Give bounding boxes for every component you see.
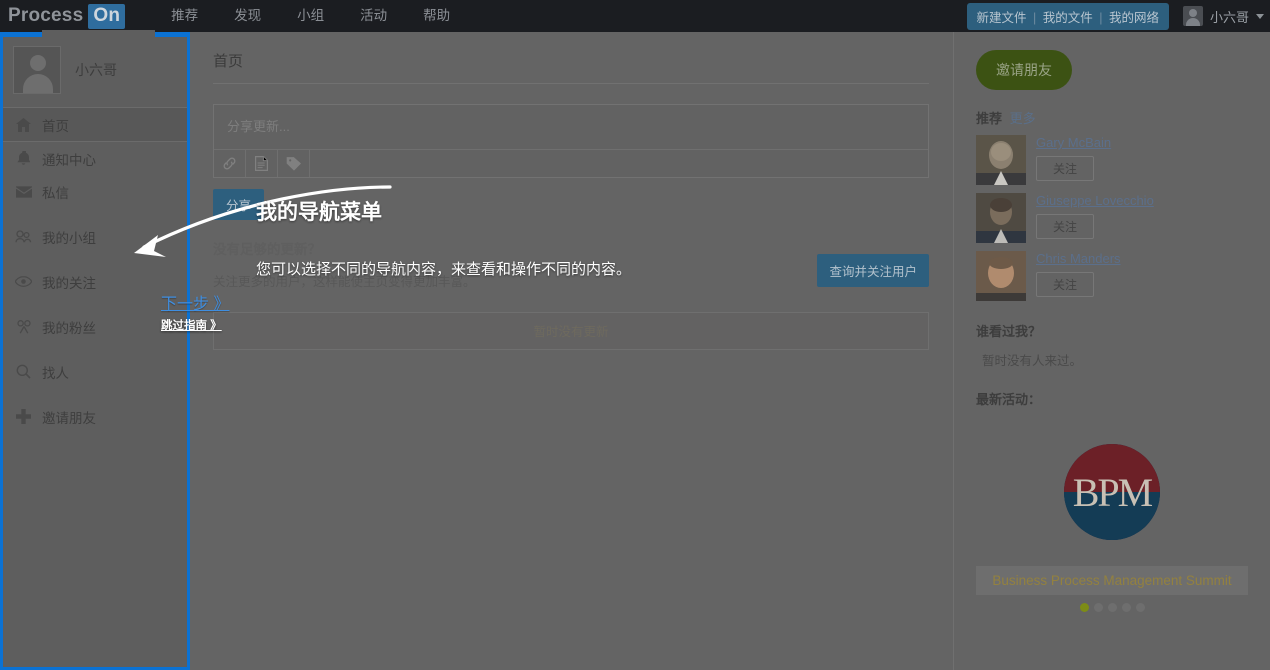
person-name-link[interactable]: Gary McBain bbox=[1036, 135, 1111, 150]
list-item: Giuseppe Lovecchio 关注 bbox=[976, 193, 1248, 243]
carousel-dot-1[interactable] bbox=[1079, 603, 1089, 612]
carousel-dots bbox=[976, 603, 1248, 612]
sidebar-item-label-home: 首页 bbox=[42, 118, 69, 134]
sidebar-gap-1 bbox=[0, 208, 189, 220]
activity-heading: 最新活动： bbox=[976, 392, 1042, 407]
tour-spotlight-top-gap bbox=[42, 30, 155, 37]
sidebar-item-messages[interactable]: 私信 bbox=[0, 175, 189, 208]
sidebar-item-label-following: 我的关注 bbox=[42, 275, 96, 291]
home-icon bbox=[15, 116, 32, 133]
no-updates-placeholder: 暂时没有更新 bbox=[213, 312, 929, 350]
find-and-follow-users-button[interactable]: 查询并关注用户 bbox=[817, 254, 929, 287]
bell-icon bbox=[15, 150, 32, 167]
eye-icon bbox=[15, 273, 32, 290]
page-title: 首页 bbox=[213, 53, 244, 70]
logo-text-on: On bbox=[88, 3, 126, 29]
carousel-dot-5[interactable] bbox=[1135, 603, 1145, 612]
top-navigation-bar: Process On 推荐 发现 小组 活动 帮助 新建文件 | 我的文件 | … bbox=[0, 0, 1270, 32]
sidebar-item-label-notifications: 通知中心 bbox=[42, 152, 96, 168]
bpm-logo-icon: BPM bbox=[1064, 444, 1160, 540]
attach-tag-icon[interactable] bbox=[278, 150, 310, 177]
sidebar-gap-2 bbox=[0, 253, 189, 265]
sidebar-item-find-people[interactable]: 找人 bbox=[0, 355, 189, 388]
recommendations-label: 推荐 bbox=[976, 111, 1003, 126]
sidebar-profile[interactable]: 小六哥 bbox=[0, 32, 189, 108]
nav-link-activities[interactable]: 活动 bbox=[342, 0, 405, 32]
sidebar-profile-name: 小六哥 bbox=[75, 61, 117, 78]
avatar bbox=[976, 135, 1026, 185]
title-divider bbox=[213, 83, 929, 84]
user-menu[interactable]: 小六哥 bbox=[1182, 6, 1264, 26]
attach-link-icon[interactable] bbox=[214, 150, 246, 177]
file-actions-group[interactable]: 新建文件 | 我的文件 | 我的网络 bbox=[966, 2, 1169, 30]
new-file-button[interactable]: 新建文件 bbox=[977, 11, 1027, 25]
avatar bbox=[13, 45, 61, 94]
attach-document-icon[interactable] bbox=[246, 150, 278, 177]
invite-friends-button[interactable]: 邀请朋友 bbox=[976, 50, 1072, 90]
share-composer[interactable]: 分享更新... bbox=[213, 104, 929, 178]
tour-skip-button[interactable]: 跳过指南 》 bbox=[161, 317, 222, 333]
separator-1: | bbox=[1033, 10, 1037, 25]
left-sidebar: 小六哥 首页 通知中心 私信 我的小组 我的关注 我的粉丝 找人 邀请朋友 bbox=[0, 32, 190, 670]
app-root: Process On 推荐 发现 小组 活动 帮助 新建文件 | 我的文件 | … bbox=[0, 0, 1270, 670]
sidebar-item-label-find-people: 找人 bbox=[42, 365, 69, 381]
top-right-area: 新建文件 | 我的文件 | 我的网络 小六哥 bbox=[966, 0, 1264, 32]
sidebar-item-invite-friends[interactable]: 邀请朋友 bbox=[0, 400, 189, 433]
follow-button[interactable]: 关注 bbox=[1036, 156, 1095, 181]
envelope-icon bbox=[15, 183, 32, 200]
processon-logo[interactable]: Process On bbox=[8, 0, 126, 32]
chevron-down-icon bbox=[1256, 13, 1264, 19]
plus-cross-icon bbox=[15, 408, 32, 425]
user-avatar-icon bbox=[1182, 6, 1203, 26]
sidebar-gap-5 bbox=[0, 388, 189, 400]
share-toolbar bbox=[214, 149, 928, 177]
sidebar-item-my-groups[interactable]: 我的小组 bbox=[0, 220, 189, 253]
share-button[interactable]: 分享 bbox=[213, 189, 265, 220]
visitors-heading: 谁看过我？ bbox=[976, 324, 1042, 339]
carousel-dot-4[interactable] bbox=[1121, 603, 1131, 612]
bpm-logo-text: BPM bbox=[1072, 469, 1154, 515]
list-item: Chris Manders 关注 bbox=[976, 251, 1248, 301]
person-name-link[interactable]: Giuseppe Lovecchio bbox=[1036, 193, 1154, 208]
sidebar-item-label-followers: 我的粉丝 bbox=[42, 320, 96, 336]
sidebar-item-notifications[interactable]: 通知中心 bbox=[0, 142, 189, 175]
avatar bbox=[976, 251, 1026, 301]
separator-2: | bbox=[1099, 10, 1103, 25]
carousel-dot-3[interactable] bbox=[1107, 603, 1117, 612]
fans-icon bbox=[15, 318, 32, 335]
sidebar-item-label-my-groups: 我的小组 bbox=[42, 230, 96, 246]
list-item: Gary McBain 关注 bbox=[976, 135, 1248, 185]
nav-link-groups[interactable]: 小组 bbox=[279, 0, 342, 32]
search-icon bbox=[15, 363, 32, 380]
visitors-empty-text: 暂时没有人来过。 bbox=[982, 354, 1083, 368]
person-name-link[interactable]: Chris Manders bbox=[1036, 251, 1121, 266]
follow-button[interactable]: 关注 bbox=[1036, 214, 1095, 239]
group-icon bbox=[15, 228, 32, 245]
sidebar-item-label-messages: 私信 bbox=[42, 185, 69, 201]
nav-link-help[interactable]: 帮助 bbox=[405, 0, 468, 32]
activity-banner[interactable]: BPM bbox=[976, 444, 1248, 540]
recommendations-heading: 推荐 更多 bbox=[976, 108, 1248, 127]
carousel-dot-2[interactable] bbox=[1093, 603, 1103, 612]
activity-caption: Business Process Management Summit bbox=[976, 566, 1248, 595]
nav-link-recommend[interactable]: 推荐 bbox=[153, 0, 216, 32]
tour-next-button[interactable]: 下一步 》 bbox=[161, 290, 229, 314]
user-menu-label: 小六哥 bbox=[1209, 9, 1249, 25]
my-network-button[interactable]: 我的网络 bbox=[1109, 11, 1159, 25]
sidebar-item-home[interactable]: 首页 bbox=[0, 108, 189, 141]
logo-text-process: Process bbox=[8, 5, 84, 26]
nav-link-discover[interactable]: 发现 bbox=[216, 0, 279, 32]
sidebar-gap-4 bbox=[0, 343, 189, 355]
avatar bbox=[976, 193, 1026, 243]
main-content: 首页 分享更新... 分享 没有足够的更新？ 关注更多的用户，这样能使主页变得更… bbox=[191, 32, 951, 670]
follow-button[interactable]: 关注 bbox=[1036, 272, 1095, 297]
recommendations-more-link[interactable]: 更多 bbox=[1010, 111, 1036, 126]
sidebar-item-label-invite-friends: 邀请朋友 bbox=[42, 410, 96, 426]
top-nav-links: 推荐 发现 小组 活动 帮助 bbox=[153, 0, 468, 32]
my-files-button[interactable]: 我的文件 bbox=[1043, 11, 1093, 25]
right-sidebar: 邀请朋友 推荐 更多 Gary McBain 关注 Giuseppe Lovec… bbox=[953, 32, 1270, 670]
share-input[interactable]: 分享更新... bbox=[214, 105, 928, 149]
